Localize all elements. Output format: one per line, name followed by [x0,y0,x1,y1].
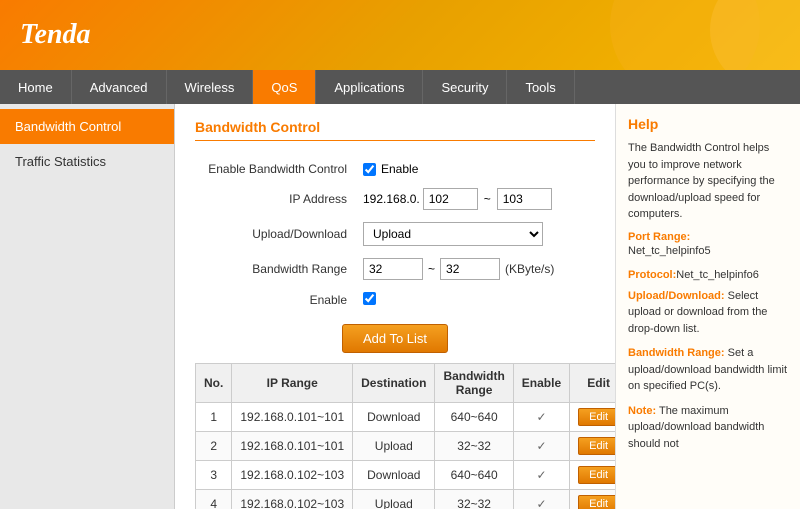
header: Tenda [0,0,800,70]
cell-bandwidth: 32~32 [435,490,513,509]
enable-checkbox-text: Enable [381,162,418,176]
cell-edit[interactable]: Edit [570,432,615,461]
help-port-range-value: Net_tc_helpinfo5 [628,243,788,260]
logo: Tenda [20,19,91,51]
nav-bar: Home Advanced Wireless QoS Applications … [0,70,800,104]
enable-checkbox[interactable] [363,163,376,176]
nav-wireless[interactable]: Wireless [167,70,254,104]
col-no: No. [196,364,232,403]
ip-address-group: 192.168.0. ~ [363,188,587,210]
add-to-list-button[interactable]: Add To List [342,324,448,353]
help-protocol-value: Net_tc_helpinfo6 [676,269,759,281]
bandwidth-unit: (KByte/s) [505,262,554,276]
table-row: 1 192.168.0.101~101 Download 640~640 ✓ E… [196,403,616,432]
help-port-range-label: Port Range: [628,231,788,243]
cell-no: 3 [196,461,232,490]
sidebar-item-bandwidth-control[interactable]: Bandwidth Control [0,109,174,144]
sidebar-item-traffic-statistics[interactable]: Traffic Statistics [0,144,174,179]
cell-ip-range: 192.168.0.101~101 [232,432,353,461]
help-bandwidth-label: Bandwidth Range: [628,347,725,359]
cell-ip-range: 192.168.0.102~103 [232,461,353,490]
nav-applications[interactable]: Applications [316,70,423,104]
col-destination: Destination [353,364,435,403]
nav-qos[interactable]: QoS [253,70,316,104]
cell-destination: Upload [353,490,435,509]
help-note-label: Note: [628,405,656,417]
upload-download-select[interactable]: Upload Download [363,222,543,246]
cell-bandwidth: 32~32 [435,432,513,461]
cell-enable: ✓ [513,403,569,432]
table-row: 4 192.168.0.102~103 Upload 32~32 ✓ Edit … [196,490,616,509]
help-upload-label: Upload/Download: [628,290,725,302]
bandwidth-end-input[interactable] [440,258,500,280]
bandwidth-table: No. IP Range Destination Bandwidth Range… [195,363,615,509]
table-row: 2 192.168.0.101~101 Upload 32~32 ✓ Edit … [196,432,616,461]
col-enable: Enable [513,364,569,403]
cell-edit[interactable]: Edit [570,461,615,490]
cell-no: 4 [196,490,232,509]
edit-button[interactable]: Edit [578,495,615,509]
enable-row-label: Enable [195,286,355,314]
cell-edit[interactable]: Edit [570,403,615,432]
edit-button[interactable]: Edit [578,466,615,484]
bandwidth-range-label: Bandwidth Range [195,252,355,286]
upload-download-label: Upload/Download [195,216,355,252]
nav-advanced[interactable]: Advanced [72,70,167,104]
ip-end-input[interactable] [497,188,552,210]
cell-bandwidth: 640~640 [435,461,513,490]
cell-destination: Download [353,461,435,490]
col-edit: Edit [570,364,615,403]
cell-enable: ✓ [513,490,569,509]
cell-bandwidth: 640~640 [435,403,513,432]
sidebar: Bandwidth Control Traffic Statistics [0,104,175,509]
cell-edit[interactable]: Edit [570,490,615,509]
cell-enable: ✓ [513,432,569,461]
content-area: Bandwidth Control Enable Bandwidth Contr… [175,104,615,509]
cell-no: 2 [196,432,232,461]
cell-ip-range: 192.168.0.102~103 [232,490,353,509]
cell-ip-range: 192.168.0.101~101 [232,403,353,432]
ip-dash: ~ [484,192,491,206]
bandwidth-range-group: ~ (KByte/s) [363,258,587,280]
edit-button[interactable]: Edit [578,408,615,426]
help-intro: The Bandwidth Control helps you to impro… [628,140,788,223]
cell-no: 1 [196,403,232,432]
edit-button[interactable]: Edit [578,437,615,455]
nav-tools[interactable]: Tools [507,70,574,104]
main-layout: Bandwidth Control Traffic Statistics Ban… [0,104,800,509]
nav-home[interactable]: Home [0,70,72,104]
cell-destination: Upload [353,432,435,461]
enable-label: Enable Bandwidth Control [195,156,355,182]
cell-destination: Download [353,403,435,432]
ip-prefix: 192.168.0. [363,192,420,206]
page-title: Bandwidth Control [195,119,595,141]
help-title: Help [628,116,788,132]
help-protocol-label: Protocol: [628,269,676,281]
enable-row-checkbox[interactable] [363,292,376,305]
help-panel: Help The Bandwidth Control helps you to … [615,104,800,509]
range-dash: ~ [428,262,435,276]
table-row: 3 192.168.0.102~103 Download 640~640 ✓ E… [196,461,616,490]
nav-security[interactable]: Security [423,70,507,104]
ip-address-label: IP Address [195,182,355,216]
cell-enable: ✓ [513,461,569,490]
bandwidth-start-input[interactable] [363,258,423,280]
enable-checkbox-label[interactable]: Enable [363,162,587,176]
col-bandwidth: Bandwidth Range [435,364,513,403]
col-ip-range: IP Range [232,364,353,403]
ip-start-input[interactable] [423,188,478,210]
bandwidth-form: Enable Bandwidth Control Enable IP Addre… [195,156,595,314]
